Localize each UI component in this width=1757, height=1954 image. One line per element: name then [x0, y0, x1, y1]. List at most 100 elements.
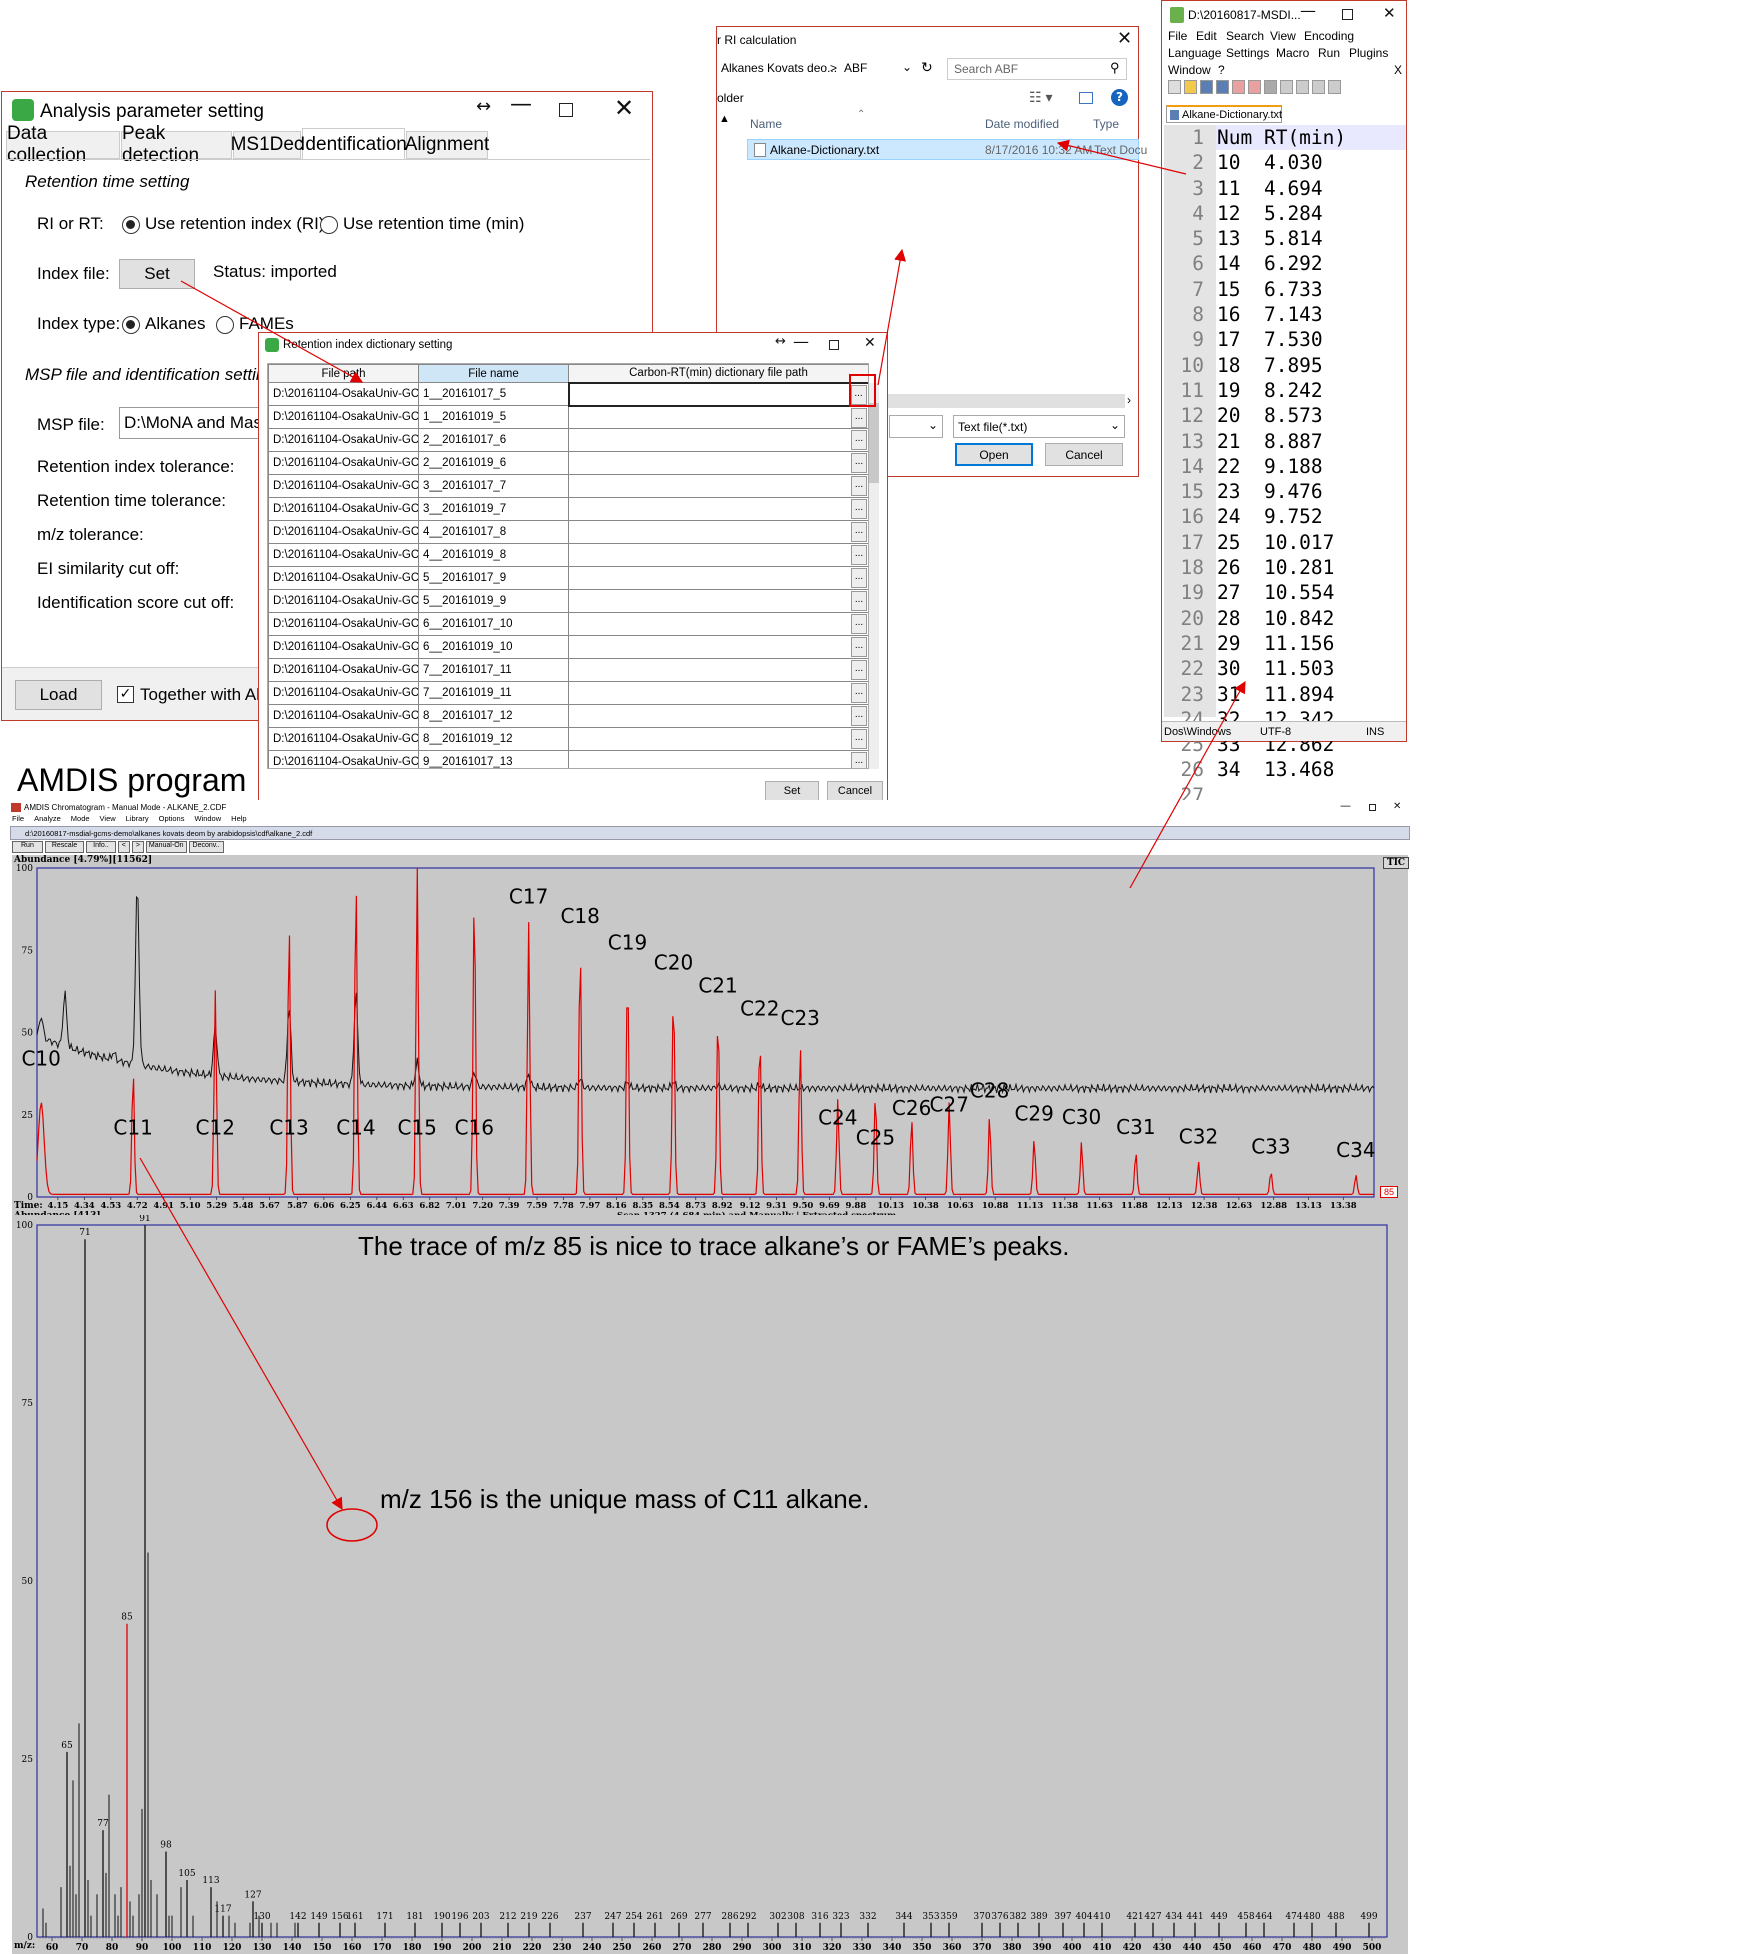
editor-line[interactable]: 19 8.242 [1217, 378, 1405, 403]
load-button[interactable]: Load [15, 680, 102, 710]
menu-file[interactable]: File [1168, 29, 1187, 43]
table-row[interactable]: D:\20161104-OsakaUniv-GCMS\6_6__20161017… [268, 612, 868, 636]
menu-file[interactable]: File [12, 814, 24, 824]
save-all-icon[interactable] [1216, 80, 1229, 94]
menu-plugins[interactable]: Plugins [1349, 46, 1388, 60]
menu-mode[interactable]: Mode [71, 814, 90, 824]
cell-dictionary-path[interactable]: ... [568, 566, 868, 590]
menu-close[interactable]: X [1394, 63, 1402, 77]
chevron-down-icon[interactable]: ⌄ [902, 60, 912, 74]
menu-window[interactable]: Window [1168, 63, 1211, 77]
close-button[interactable]: ✕ [1117, 28, 1132, 49]
table-row[interactable]: D:\20161104-OsakaUniv-GCMS\7_7__20161019… [268, 681, 868, 705]
minimize-button[interactable]: — [510, 92, 532, 117]
table-row[interactable]: D:\20161104-OsakaUniv-GCMS\2_2__20161019… [268, 451, 868, 475]
run-button[interactable]: Run [12, 841, 43, 853]
browse-button[interactable]: ... [851, 591, 867, 611]
cell-dictionary-path[interactable]: ... [567, 381, 868, 407]
cell-dictionary-path[interactable]: ... [568, 635, 868, 659]
cell-dictionary-path[interactable]: ... [568, 727, 868, 751]
file-tab[interactable]: Alkane-Dictionary.txt [1166, 105, 1282, 123]
editor-line[interactable]: 16 7.143 [1217, 302, 1405, 327]
browse-button[interactable]: ... [851, 568, 867, 588]
editor-line[interactable]: 31 11.894 [1217, 682, 1405, 707]
menu-help[interactable]: Help [231, 814, 246, 824]
table-row[interactable]: D:\20161104-OsakaUniv-GCMS\4_4__20161019… [268, 543, 868, 567]
cell-dictionary-path[interactable]: ... [568, 681, 868, 705]
browse-button[interactable]: ... [851, 637, 867, 657]
cell-dictionary-path[interactable]: ... [568, 451, 868, 475]
menu-run[interactable]: Run [1318, 46, 1340, 60]
table-row[interactable]: D:\20161104-OsakaUniv-GCMS\6_6__20161019… [268, 635, 868, 659]
minimize-button[interactable]: — [793, 332, 809, 351]
menu-macro[interactable]: Macro [1276, 46, 1309, 60]
editor-line[interactable]: 17 7.530 [1217, 327, 1405, 352]
deconv-button[interactable]: Deconv.. [188, 841, 224, 853]
col-type[interactable]: Type [1093, 117, 1119, 131]
tab-alignment[interactable]: Alignment [405, 131, 489, 159]
maximize-button[interactable] [559, 103, 573, 117]
spectrum-plot[interactable]: 100755025060 70 80 90 100 110 120 130 140 150 160 1… [12, 1215, 1408, 1954]
editor-line[interactable]: 30 11.503 [1217, 656, 1405, 681]
menu-view[interactable]: View [1270, 29, 1296, 43]
cell-dictionary-path[interactable]: ... [568, 474, 868, 498]
breadcrumb-2[interactable]: ABF [844, 61, 867, 75]
minimize-button[interactable]: — [1300, 1, 1316, 20]
tab-data-collection[interactable]: Data collection [6, 123, 120, 166]
editor-line[interactable]: 27 10.554 [1217, 580, 1405, 605]
editor-line[interactable]: Num RT(min) [1217, 125, 1405, 150]
prev-button[interactable]: < [117, 841, 130, 853]
table-row[interactable]: D:\20161104-OsakaUniv-GCMS\2_2__20161017… [268, 428, 868, 452]
editor-line[interactable]: 25 10.017 [1217, 530, 1405, 555]
alkanes-radio[interactable] [122, 316, 140, 334]
minimize-button[interactable]: — [1340, 799, 1351, 812]
editor-line[interactable]: 14 6.292 [1217, 251, 1405, 276]
cancel-button[interactable]: Cancel [827, 781, 883, 801]
copy-icon[interactable] [1296, 80, 1309, 94]
col-header-name[interactable]: File name [418, 364, 569, 383]
maximize-button[interactable] [829, 340, 839, 350]
menu-options[interactable]: Options [159, 814, 185, 824]
msp-file-field[interactable]: D:\MoNA and MassB [119, 407, 279, 439]
editor-line[interactable]: 11 4.694 [1217, 176, 1405, 201]
rescale-button[interactable]: Rescale [44, 841, 85, 853]
undo-icon[interactable] [1328, 80, 1341, 94]
table-row[interactable]: D:\20161104-OsakaUniv-GCMS\5_5__20161017… [268, 566, 868, 590]
table-row[interactable]: D:\20161104-OsakaUniv-GCMS\3_3__20161017… [268, 474, 868, 498]
close-button[interactable]: ✕ [1383, 4, 1396, 22]
editor-line[interactable]: 10 4.030 [1217, 150, 1405, 175]
editor-line[interactable]: 22 9.188 [1217, 454, 1405, 479]
cell-dictionary-path[interactable]: ... [568, 520, 868, 544]
cell-dictionary-path[interactable]: ... [568, 750, 868, 768]
table-row[interactable]: D:\20161104-OsakaUniv-GCMS\7_7__20161017… [268, 658, 868, 682]
table-row[interactable]: D:\20161104-OsakaUniv-GCMS\3_3__20161019… [268, 497, 868, 521]
cell-dictionary-path[interactable]: ... [568, 405, 868, 429]
browse-button[interactable]: ... [851, 453, 867, 473]
cell-dictionary-path[interactable]: ... [568, 658, 868, 682]
open-button[interactable]: Open [955, 443, 1033, 466]
together-checkbox[interactable]: ✓ [117, 686, 134, 703]
search-input[interactable]: Search ABF ⚲ [947, 58, 1127, 80]
cell-dictionary-path[interactable]: ... [568, 428, 868, 452]
view-icon[interactable]: ☷ ▾ [1029, 89, 1052, 106]
editor-line[interactable]: 34 13.468 [1217, 757, 1405, 782]
new-file-icon[interactable] [1168, 80, 1181, 94]
close-file-icon[interactable] [1232, 80, 1245, 94]
close-all-icon[interactable] [1248, 80, 1261, 94]
pane-icon[interactable] [1079, 92, 1093, 104]
table-row[interactable]: D:\20161104-OsakaUniv-GCMS\5_5__20161019… [268, 589, 868, 613]
set-index-button[interactable]: Set [119, 259, 195, 289]
menu-encoding[interactable]: Encoding [1304, 29, 1354, 43]
menu-edit[interactable]: Edit [1196, 29, 1217, 43]
manual-on-button[interactable]: Manual-On [145, 841, 187, 853]
cell-dictionary-path[interactable]: ... [568, 612, 868, 636]
menu-analyze[interactable]: Analyze [34, 814, 61, 824]
browse-button[interactable]: ... [851, 729, 867, 749]
info-button[interactable]: Info.. [86, 841, 116, 853]
browse-button[interactable]: ... [851, 752, 867, 768]
print-icon[interactable] [1264, 80, 1277, 94]
editor-line[interactable]: 15 6.733 [1217, 277, 1405, 302]
tab-ms1dec[interactable]: MS1Dec [231, 131, 303, 159]
table-row[interactable]: D:\20161104-OsakaUniv-GCMS\8_8__20161019… [268, 727, 868, 751]
editor-line[interactable]: 21 8.887 [1217, 429, 1405, 454]
